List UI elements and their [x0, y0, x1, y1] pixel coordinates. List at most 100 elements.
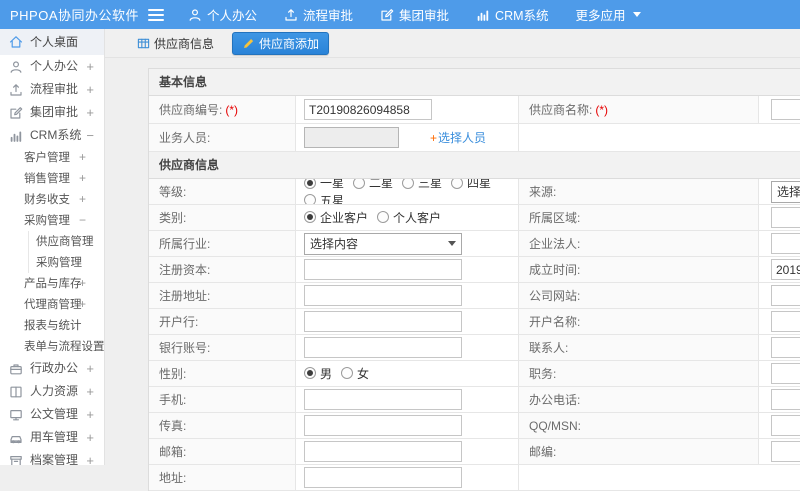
- sidebar-item-product-inventory[interactable]: 产品与库存 +: [0, 273, 104, 294]
- select-person-link[interactable]: +选择人员: [430, 129, 486, 146]
- picker-readonly-input[interactable]: [304, 127, 399, 148]
- form-row: 邮箱: 邮编:: [149, 439, 800, 465]
- sidebar-item-supplier-mgmt[interactable]: 供应商管理: [0, 231, 104, 252]
- sidebar-item-archive-mgmt[interactable]: 档案管理 +: [0, 449, 104, 465]
- radio-option[interactable]: 五星: [304, 192, 344, 204]
- tab-supplier-add[interactable]: 供应商添加: [232, 31, 330, 55]
- menu-toggle-icon[interactable]: [148, 8, 164, 21]
- radio-option[interactable]: 一星: [304, 179, 344, 191]
- radio-checked-icon[interactable]: [304, 179, 316, 189]
- expand-plus-icon[interactable]: +: [86, 449, 94, 465]
- sidebar-item-admin-office[interactable]: 行政办公 +: [0, 357, 104, 380]
- sidebar-item-sales-mgmt[interactable]: 销售管理 +: [0, 168, 104, 189]
- collapse-minus-icon[interactable]: −: [86, 124, 94, 147]
- text-input[interactable]: [771, 337, 800, 358]
- required-marker: (*): [225, 102, 239, 117]
- document-icon: [9, 408, 23, 422]
- text-input[interactable]: [304, 285, 462, 306]
- field-label: QQ/MSN:: [529, 418, 582, 433]
- radio-unchecked-icon[interactable]: [341, 367, 354, 380]
- sidebar-item-purchase-mgmt[interactable]: 采购管理 −: [0, 210, 104, 231]
- expand-plus-icon[interactable]: +: [86, 426, 94, 449]
- radio-option[interactable]: 女: [341, 365, 369, 382]
- topnav-item-group-approval[interactable]: 集团审批: [380, 5, 449, 24]
- expand-plus-icon[interactable]: +: [79, 294, 86, 315]
- radio-option[interactable]: 四星: [451, 179, 491, 191]
- radio-unchecked-icon[interactable]: [402, 179, 415, 189]
- radio-unchecked-icon[interactable]: [304, 194, 316, 204]
- radio-option[interactable]: 个人客户: [377, 209, 441, 226]
- topnav-item-personal-office[interactable]: 个人办公: [188, 5, 257, 24]
- text-input[interactable]: [304, 99, 432, 120]
- radio-option[interactable]: 男: [304, 365, 332, 382]
- expand-plus-icon[interactable]: +: [86, 403, 94, 426]
- radio-checked-icon[interactable]: [304, 367, 316, 380]
- text-input[interactable]: [771, 441, 800, 462]
- text-input[interactable]: [771, 233, 800, 254]
- topnav-item-more-apps[interactable]: 更多应用: [576, 5, 641, 24]
- expand-plus-icon[interactable]: +: [79, 168, 86, 189]
- sidebar-item-human-resources[interactable]: 人力资源 +: [0, 380, 104, 403]
- sidebar-item-purchasing-mgmt[interactable]: 采购管理: [0, 252, 104, 273]
- field-label: 邮编:: [529, 445, 557, 459]
- text-input[interactable]: [771, 389, 800, 410]
- text-input[interactable]: [771, 99, 800, 120]
- text-input[interactable]: [771, 207, 800, 228]
- select-dropdown[interactable]: 选择内容: [771, 180, 800, 203]
- text-input[interactable]: [304, 441, 462, 462]
- text-input[interactable]: [304, 389, 462, 410]
- topnav-item-crm-system[interactable]: CRM系统: [476, 5, 549, 24]
- select-dropdown[interactable]: 选择内容: [304, 232, 462, 255]
- sidebar-item-workflow-approval[interactable]: 流程审批 +: [0, 78, 104, 101]
- radio-option[interactable]: 企业客户: [304, 209, 368, 226]
- sidebar-item-personal-desktop[interactable]: 个人桌面: [0, 29, 104, 55]
- sidebar-item-document-mgmt[interactable]: 公文管理 +: [0, 403, 104, 426]
- field-label-cell: 手机:: [149, 387, 296, 412]
- expand-plus-icon[interactable]: +: [86, 78, 94, 101]
- expand-plus-icon[interactable]: +: [86, 357, 94, 380]
- text-input[interactable]: [304, 415, 462, 436]
- radio-option[interactable]: 三星: [402, 179, 442, 191]
- field-cell: [759, 413, 800, 438]
- expand-plus-icon[interactable]: +: [86, 101, 94, 124]
- text-input[interactable]: [771, 363, 800, 384]
- form-row: 所属行业: 选择内容 企业法人:: [149, 231, 800, 257]
- text-input[interactable]: [771, 311, 800, 332]
- radio-unchecked-icon[interactable]: [353, 179, 366, 189]
- section-header: 供应商信息: [149, 152, 800, 179]
- sidebar-item-finance-mgmt[interactable]: 财务收支 +: [0, 189, 104, 210]
- topnav-item-workflow-approval[interactable]: 流程审批: [284, 5, 353, 24]
- sidebar-item-crm-system[interactable]: CRM系统 −: [0, 124, 104, 147]
- text-input[interactable]: [304, 311, 462, 332]
- text-input[interactable]: [304, 259, 462, 280]
- radio-option[interactable]: 二星: [353, 179, 393, 191]
- expand-plus-icon[interactable]: +: [79, 189, 86, 210]
- sidebar-item-customer-mgmt[interactable]: 客户管理 +: [0, 147, 104, 168]
- radio-unchecked-icon[interactable]: [377, 211, 390, 224]
- tab-strip: 供应商信息 供应商添加: [105, 29, 800, 58]
- expand-plus-icon[interactable]: +: [79, 273, 86, 294]
- sidebar-item-reports-statistics[interactable]: 报表与统计: [0, 315, 104, 336]
- form-section: 供应商信息等级:一星二星三星四星五星来源:选择内容类别:企业客户个人客户所属区域…: [149, 152, 800, 491]
- radio-checked-icon[interactable]: [304, 211, 316, 224]
- app-logo: PHPOA协同办公软件: [10, 8, 140, 23]
- text-input[interactable]: [304, 337, 462, 358]
- expand-plus-icon[interactable]: +: [79, 147, 86, 168]
- field-cell: [759, 335, 800, 360]
- collapse-minus-icon[interactable]: −: [79, 210, 86, 231]
- sidebar-item-group-approval[interactable]: 集团审批 +: [0, 101, 104, 124]
- sidebar-item-vehicle-mgmt[interactable]: 用车管理 +: [0, 426, 104, 449]
- radio-unchecked-icon[interactable]: [451, 179, 464, 189]
- field-label: 传真:: [159, 419, 187, 433]
- home-icon: [9, 35, 23, 49]
- text-input[interactable]: [771, 415, 800, 436]
- text-input[interactable]: [304, 467, 462, 488]
- sidebar-item-form-flow-settings[interactable]: 表单与流程设置+: [0, 336, 104, 357]
- text-input[interactable]: [771, 285, 800, 306]
- expand-plus-icon[interactable]: +: [86, 380, 94, 403]
- sidebar-item-personal-office[interactable]: 个人办公 +: [0, 55, 104, 78]
- sidebar-item-agent-mgmt[interactable]: 代理商管理 +: [0, 294, 104, 315]
- expand-plus-icon[interactable]: +: [86, 55, 94, 78]
- tab-supplier-info[interactable]: 供应商信息: [133, 33, 218, 54]
- text-input[interactable]: [771, 259, 800, 280]
